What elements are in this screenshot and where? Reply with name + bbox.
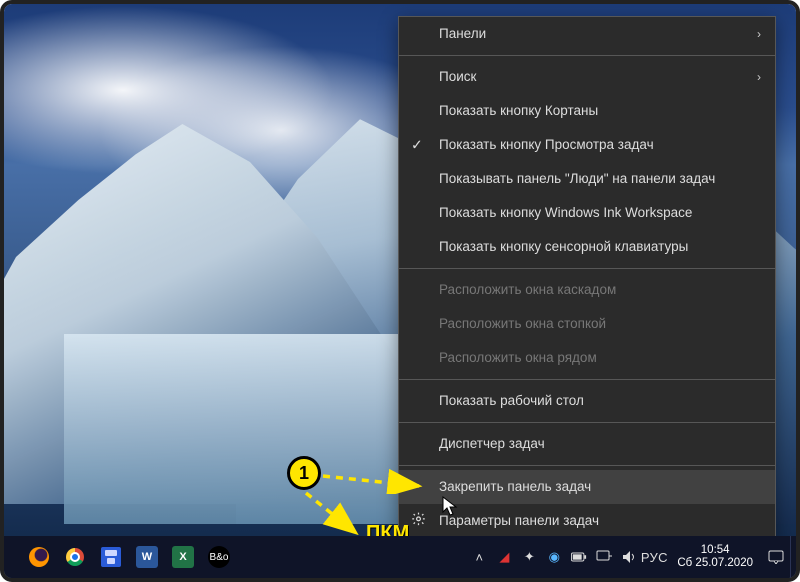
chevron-right-icon: › (757, 27, 761, 41)
show-desktop-button[interactable] (790, 536, 796, 578)
taskbar-context-menu: Панели › Поиск › Показать кнопку Кортаны… (398, 16, 776, 539)
word-icon: W (136, 546, 158, 568)
menu-item-side-by-side: Расположить окна рядом (399, 341, 775, 375)
annotation-number: 1 (299, 463, 309, 484)
menu-item-panels[interactable]: Панели › (399, 17, 775, 51)
tray-app-icon[interactable]: ✦ (521, 549, 537, 565)
taskbar-app-chrome[interactable] (62, 544, 88, 570)
tray-security-icon[interactable]: ◢ (496, 549, 512, 565)
menu-separator (399, 55, 775, 56)
bang-olufsen-icon: B&o (208, 546, 230, 568)
menu-label: Показать кнопку сенсорной клавиатуры (439, 239, 688, 255)
chrome-icon (66, 548, 84, 566)
chevron-right-icon: › (757, 70, 761, 84)
taskbar-app-bo[interactable]: B&o (206, 544, 232, 570)
menu-label: Показать рабочий стол (439, 393, 584, 409)
check-icon: ✓ (411, 137, 423, 154)
menu-item-show-ink-workspace[interactable]: Показать кнопку Windows Ink Workspace (399, 196, 775, 230)
tray-action-center-icon[interactable] (768, 549, 784, 565)
taskbar[interactable]: W X B&o ˄ ◢ ✦ ◉ РУС 10:54 Сб 25.07.2020 (4, 536, 796, 578)
system-tray: ˄ ◢ ✦ ◉ РУС 10:54 Сб 25.07.2020 (461, 544, 790, 570)
taskbar-app-firefox[interactable] (26, 544, 52, 570)
cursor-icon (442, 496, 458, 518)
screenshot-frame: Панели › Поиск › Показать кнопку Кортаны… (0, 0, 800, 582)
tray-network-icon[interactable] (596, 549, 612, 565)
taskbar-app-save[interactable] (98, 544, 124, 570)
menu-label: Показать кнопку Кортаны (439, 103, 598, 119)
menu-separator (399, 379, 775, 380)
excel-icon: X (172, 546, 194, 568)
tray-time: 10:54 (677, 544, 753, 557)
menu-item-show-taskview-button[interactable]: ✓ Показать кнопку Просмотра задач (399, 128, 775, 162)
menu-item-show-desktop[interactable]: Показать рабочий стол (399, 384, 775, 418)
menu-item-search[interactable]: Поиск › (399, 60, 775, 94)
menu-item-show-touch-keyboard[interactable]: Показать кнопку сенсорной клавиатуры (399, 230, 775, 264)
menu-label: Расположить окна стопкой (439, 316, 606, 332)
tray-date: Сб 25.07.2020 (677, 557, 753, 570)
menu-item-stack-windows: Расположить окна стопкой (399, 307, 775, 341)
annotation-badge: 1 (287, 456, 321, 490)
menu-label: Диспетчер задач (439, 436, 545, 452)
menu-label: Закрепить панель задач (439, 479, 591, 495)
tray-volume-icon[interactable] (621, 549, 637, 565)
menu-item-cascade-windows: Расположить окна каскадом (399, 273, 775, 307)
firefox-icon (29, 547, 49, 567)
menu-label: Панели (439, 26, 486, 42)
menu-label: Поиск (439, 69, 476, 85)
menu-label: Показать кнопку Windows Ink Workspace (439, 205, 692, 221)
menu-item-task-manager[interactable]: Диспетчер задач (399, 427, 775, 461)
menu-separator (399, 422, 775, 423)
tray-eye-icon[interactable]: ◉ (546, 549, 562, 565)
taskbar-app-word[interactable]: W (134, 544, 160, 570)
tray-clock[interactable]: 10:54 Сб 25.07.2020 (671, 544, 759, 570)
menu-label: Расположить окна каскадом (439, 282, 616, 298)
menu-label: Расположить окна рядом (439, 350, 597, 366)
menu-label: Показывать панель "Люди" на панели задач (439, 171, 715, 187)
menu-item-show-people[interactable]: Показывать панель "Люди" на панели задач (399, 162, 775, 196)
floppy-icon (101, 547, 121, 567)
tray-language[interactable]: РУС (646, 549, 662, 565)
menu-separator (399, 268, 775, 269)
gear-icon (411, 511, 426, 530)
menu-item-show-cortana-button[interactable]: Показать кнопку Кортаны (399, 94, 775, 128)
tray-chevron-up-icon[interactable]: ˄ (471, 549, 487, 565)
menu-label: Показать кнопку Просмотра задач (439, 137, 654, 153)
tray-battery-icon[interactable] (571, 549, 587, 565)
taskbar-apps: W X B&o (4, 544, 242, 570)
menu-separator (399, 465, 775, 466)
menu-label: Параметры панели задач (439, 513, 599, 529)
taskbar-app-excel[interactable]: X (170, 544, 196, 570)
